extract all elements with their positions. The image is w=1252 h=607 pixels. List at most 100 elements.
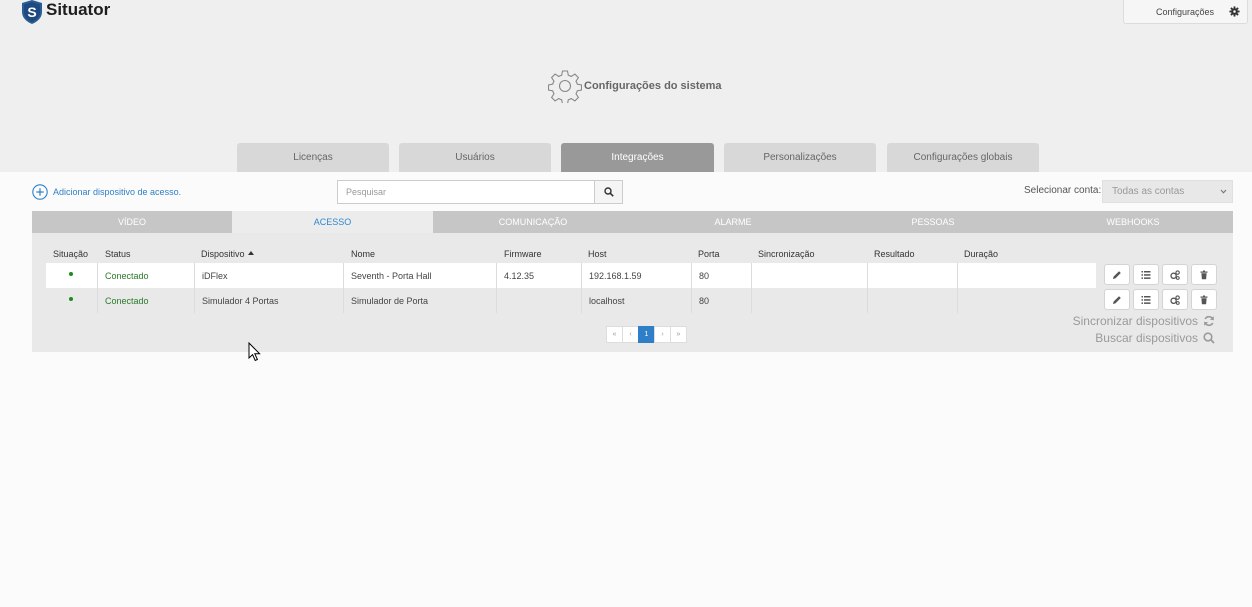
delete-button[interactable] — [1191, 264, 1217, 285]
pagination: « ‹ 1 › » — [606, 326, 687, 343]
header-dispositivo-label: Dispositivo — [201, 249, 245, 259]
subtab-pessoas[interactable]: PESSOAS — [833, 211, 1033, 233]
tab-personalizacoes[interactable]: Personalizações — [724, 143, 876, 172]
search-devices-label: Buscar dispositivos — [1095, 331, 1198, 345]
edit-button[interactable] — [1104, 264, 1130, 285]
cell-status: Conectado — [97, 288, 194, 313]
cell-port: 80 — [691, 263, 751, 288]
cell-sync — [751, 288, 867, 313]
subtab-alarme[interactable]: ALARME — [633, 211, 833, 233]
trash-icon — [1200, 295, 1208, 304]
header-area: S Situator Configurações Configurações d… — [0, 0, 1252, 172]
search-button[interactable] — [594, 181, 622, 203]
sync-devices-link[interactable]: Sincronizar dispositivos — [1073, 314, 1215, 328]
plus-circle-icon — [32, 184, 48, 200]
chevron-down-icon — [1220, 189, 1227, 194]
integrations-panel: VÍDEO ACESSO COMUNICAÇÃO ALARME PESSOAS … — [32, 211, 1233, 352]
account-select[interactable]: Todas as contas — [1102, 180, 1233, 203]
configuracoes-button[interactable]: Configurações — [1123, 0, 1248, 24]
page-prev[interactable]: ‹ — [622, 326, 639, 343]
cogs-icon — [1170, 294, 1180, 305]
cell-sync — [751, 263, 867, 288]
cell-firmware — [496, 288, 581, 313]
shield-logo-icon: S — [22, 0, 42, 24]
table-row[interactable]: Conectado iDFlex Seventh - Porta Hall 4.… — [46, 263, 1096, 288]
header-sincronizacao[interactable]: Sincronização — [758, 249, 815, 259]
cell-status: Conectado — [97, 263, 194, 288]
header-host[interactable]: Host — [588, 249, 607, 259]
pencil-icon — [1113, 270, 1121, 279]
sync-devices-label: Sincronizar dispositivos — [1072, 314, 1198, 328]
row-actions — [1104, 264, 1217, 285]
mouse-cursor-icon — [248, 342, 261, 362]
page-first[interactable]: « — [606, 326, 623, 343]
search-box — [337, 180, 623, 204]
page-title: Configurações do sistema — [548, 69, 722, 103]
cell-result — [867, 288, 957, 313]
subtab-acesso[interactable]: ACESSO — [232, 211, 433, 233]
subtab-video[interactable]: VÍDEO — [32, 211, 232, 233]
tab-configuracoes-globais[interactable]: Configurações globais — [887, 143, 1039, 172]
header-situacao[interactable]: Situação — [53, 249, 88, 259]
search-icon — [603, 187, 614, 197]
cell-duration — [957, 263, 1096, 288]
list-button[interactable] — [1133, 264, 1159, 285]
cogs-icon — [1170, 269, 1180, 280]
toolbar: Adicionar dispositivo de acesso. Selecio… — [0, 172, 1252, 210]
list-button[interactable] — [1133, 289, 1159, 310]
cell-device: Simulador 4 Portas — [194, 288, 343, 313]
cell-host: localhost — [581, 288, 691, 313]
search-devices-link[interactable]: Buscar dispositivos — [1095, 331, 1215, 345]
pencil-icon — [1113, 295, 1121, 304]
page-current[interactable]: 1 — [638, 326, 655, 343]
main-tabs: Licenças Usuários Integrações Personaliz… — [0, 143, 1252, 172]
page-last[interactable]: » — [670, 326, 687, 343]
header-porta[interactable]: Porta — [698, 249, 720, 259]
svg-text:S: S — [27, 4, 36, 20]
table-row[interactable]: Conectado Simulador 4 Portas Simulador d… — [46, 288, 1096, 313]
subtab-comunicacao[interactable]: COMUNICAÇÃO — [433, 211, 633, 233]
cell-firmware: 4.12.35 — [496, 263, 581, 288]
edit-button[interactable] — [1104, 289, 1130, 310]
delete-button[interactable] — [1191, 289, 1217, 310]
magnifier-icon — [1203, 332, 1215, 344]
app-logo[interactable]: S Situator — [21, 0, 110, 24]
cell-duration — [957, 288, 1096, 313]
sort-asc-icon — [247, 251, 254, 255]
refresh-icon — [1204, 315, 1214, 327]
tab-usuarios[interactable]: Usuários — [399, 143, 551, 172]
configuracoes-label: Configurações — [1156, 6, 1215, 17]
account-label: Selecionar conta: — [1024, 185, 1102, 196]
page-title-text: Configurações do sistema — [584, 80, 722, 92]
settings-button[interactable] — [1162, 264, 1188, 285]
tab-integracoes[interactable]: Integrações — [561, 143, 714, 172]
header-dispositivo[interactable]: Dispositivo — [201, 249, 254, 259]
status-dot — [69, 297, 73, 301]
header-resultado[interactable]: Resultado — [874, 249, 915, 259]
gear-icon — [1229, 6, 1240, 17]
header-nome[interactable]: Nome — [351, 249, 375, 259]
cell-port: 80 — [691, 288, 751, 313]
header-duracao[interactable]: Duração — [964, 249, 998, 259]
subtab-webhooks[interactable]: WEBHOOKS — [1033, 211, 1233, 233]
trash-icon — [1200, 270, 1208, 279]
list-icon — [1141, 295, 1151, 304]
cell-name: Seventh - Porta Hall — [343, 263, 496, 288]
add-device-link[interactable]: Adicionar dispositivo de acesso. — [32, 184, 181, 200]
integration-subtabs: VÍDEO ACESSO COMUNICAÇÃO ALARME PESSOAS … — [32, 211, 1233, 233]
settings-gear-icon — [548, 70, 582, 103]
page-next[interactable]: › — [654, 326, 671, 343]
cell-name: Simulador de Porta — [343, 288, 496, 313]
app-brand: Situator — [46, 0, 111, 19]
header-firmware[interactable]: Firmware — [504, 249, 542, 259]
account-select-value: Todas as contas — [1112, 186, 1185, 197]
list-icon — [1141, 270, 1151, 279]
cell-host: 192.168.1.59 — [581, 263, 691, 288]
cell-device: iDFlex — [194, 263, 343, 288]
settings-button[interactable] — [1162, 289, 1188, 310]
cell-result — [867, 263, 957, 288]
tab-licencas[interactable]: Licenças — [237, 143, 389, 172]
header-status[interactable]: Status — [105, 249, 131, 259]
add-device-label: Adicionar dispositivo de acesso. — [53, 187, 182, 197]
search-input[interactable] — [338, 181, 594, 203]
